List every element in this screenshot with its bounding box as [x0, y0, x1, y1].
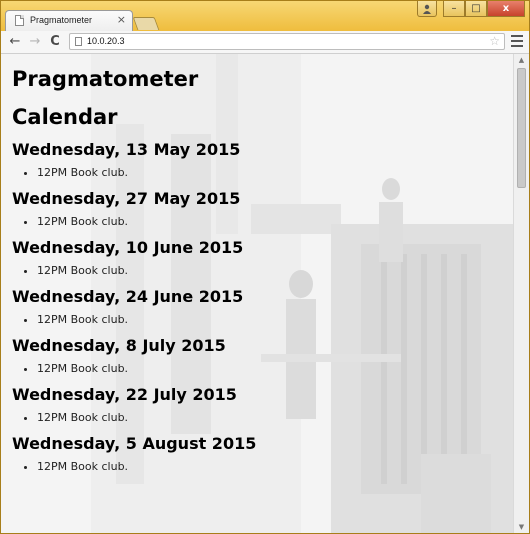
address-bar[interactable]: 10.0.20.3 ☆ — [69, 33, 505, 50]
menu-icon[interactable] — [511, 35, 523, 47]
day-heading: Wednesday, 27 May 2015 — [12, 189, 241, 208]
calendar-day: Wednesday, 27 May 2015 12PM Book club. — [12, 189, 513, 229]
event-item: 12PM Book club. — [37, 165, 513, 180]
scroll-up-icon[interactable]: ▲ — [514, 54, 529, 66]
day-heading: Wednesday, 24 June 2015 — [12, 287, 244, 306]
day-heading: Wednesday, 8 July 2015 — [12, 336, 226, 355]
forward-icon[interactable]: → — [27, 34, 43, 50]
day-heading: Wednesday, 22 July 2015 — [12, 385, 237, 404]
calendar-day: Wednesday, 22 July 2015 12PM Book club. — [12, 385, 513, 425]
event-list: 12PM Book club. — [12, 165, 513, 180]
event-list: 12PM Book club. — [12, 410, 513, 425]
minimize-button[interactable]: – — [443, 1, 465, 17]
event-item: 12PM Book club. — [37, 312, 513, 327]
day-heading: Wednesday, 13 May 2015 — [12, 140, 241, 159]
section-title: Calendar — [12, 105, 118, 129]
browser-toolbar: ← → C 10.0.20.3 ☆ — [1, 31, 529, 54]
back-icon[interactable]: ← — [7, 34, 23, 50]
event-item: 12PM Book club. — [37, 263, 513, 278]
tab-title: Pragmatometer — [30, 15, 93, 25]
event-list: 12PM Book club. — [12, 312, 513, 327]
close-window-button[interactable]: x — [487, 1, 525, 17]
calendar-day: Wednesday, 5 August 2015 12PM Book club. — [12, 434, 513, 474]
day-heading: Wednesday, 5 August 2015 — [12, 434, 257, 453]
page-info-icon — [75, 37, 82, 46]
reload-icon[interactable]: C — [47, 34, 63, 50]
event-item: 12PM Book club. — [37, 361, 513, 376]
new-tab-button[interactable] — [132, 17, 160, 30]
event-list: 12PM Book club. — [12, 459, 513, 474]
scrollbar-thumb[interactable] — [517, 68, 526, 188]
calendar-day: Wednesday, 10 June 2015 12PM Book club. — [12, 238, 513, 278]
event-list: 12PM Book club. — [12, 361, 513, 376]
user-icon[interactable] — [417, 1, 437, 17]
calendar-day: Wednesday, 8 July 2015 12PM Book club. — [12, 336, 513, 376]
maximize-button[interactable]: □ — [465, 1, 487, 17]
page-icon — [15, 15, 24, 26]
calendar-day: Wednesday, 24 June 2015 12PM Book club. — [12, 287, 513, 327]
tab-pragmatometer[interactable]: Pragmatometer × — [5, 10, 133, 31]
event-list: 12PM Book club. — [12, 263, 513, 278]
day-heading: Wednesday, 10 June 2015 — [12, 238, 244, 257]
event-list: 12PM Book club. — [12, 214, 513, 229]
event-item: 12PM Book club. — [37, 214, 513, 229]
event-item: 12PM Book club. — [37, 410, 513, 425]
tab-strip: Pragmatometer × – □ x — [1, 1, 529, 31]
event-item: 12PM Book club. — [37, 459, 513, 474]
page-viewport: Pragmatometer Calendar Wednesday, 13 May… — [1, 54, 529, 533]
vertical-scrollbar[interactable]: ▲ ▼ — [513, 54, 529, 533]
bookmark-star-icon[interactable]: ☆ — [489, 34, 500, 49]
url-text: 10.0.20.3 — [87, 36, 125, 46]
browser-window: Pragmatometer × – □ x ← → C 10.0.20.3 ☆ — [0, 0, 530, 534]
page-content: Pragmatometer Calendar Wednesday, 13 May… — [1, 54, 513, 533]
calendar-day: Wednesday, 13 May 2015 12PM Book club. — [12, 140, 513, 180]
site-title: Pragmatometer — [12, 67, 199, 91]
scroll-down-icon[interactable]: ▼ — [514, 521, 529, 533]
tab-close-icon[interactable]: × — [117, 13, 126, 27]
window-controls: – □ x — [417, 1, 525, 18]
